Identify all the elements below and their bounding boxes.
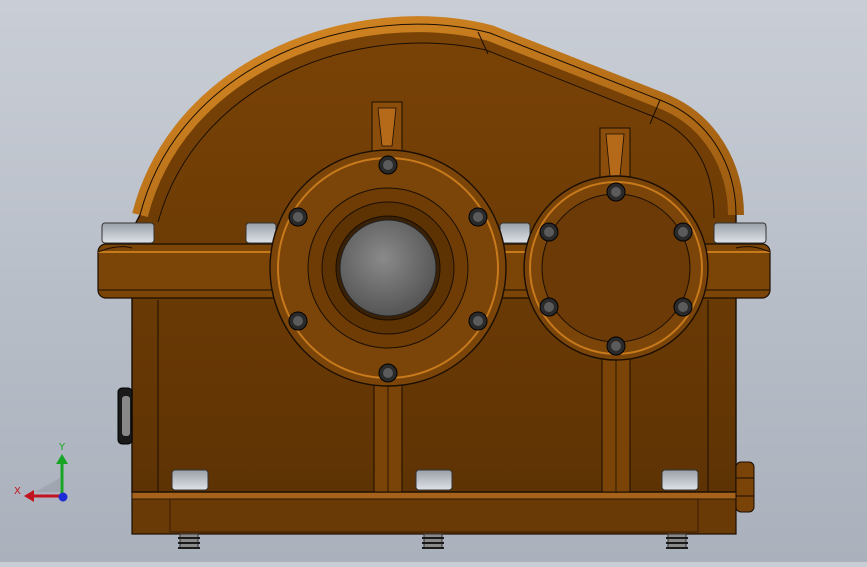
base-plate (131, 491, 737, 535)
pad-right-outer (713, 222, 767, 244)
drain-plug-right (735, 461, 755, 513)
sight-glass (339, 219, 437, 317)
pad-left-inner (245, 222, 277, 244)
gearbox-model[interactable] (0, 0, 867, 562)
pad-left-outer (101, 222, 155, 244)
triad-shadow (35, 478, 60, 492)
z-axis-dot (58, 492, 68, 502)
x-axis-label: X (14, 486, 21, 497)
orientation-triad: Y X (10, 438, 80, 510)
bearing-cover-right (523, 175, 709, 361)
side-plug-left (117, 387, 133, 445)
cad-viewport[interactable] (0, 0, 867, 562)
y-axis-label: Y (58, 442, 66, 453)
bearing-cover-left (269, 149, 507, 387)
pad-center (499, 222, 531, 244)
foot-bolts (178, 533, 688, 549)
